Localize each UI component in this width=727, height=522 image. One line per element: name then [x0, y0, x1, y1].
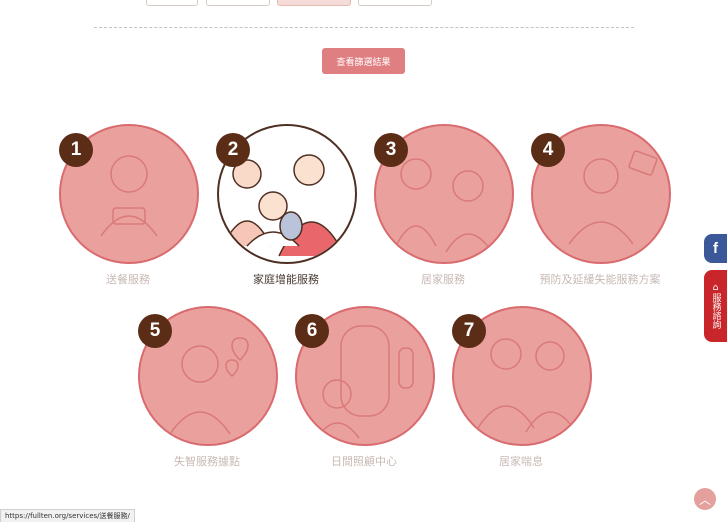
chevron-up-icon: ︿ [698, 492, 711, 507]
service-label-3[interactable]: 居家服務 [421, 271, 465, 287]
filter-tab-4[interactable] [358, 0, 432, 6]
view-results-button[interactable]: 查看篩選結果 [322, 48, 405, 74]
service-number-3: 3 [374, 133, 408, 167]
service-label-5[interactable]: 失智服務據點 [174, 453, 240, 469]
filter-tab-3[interactable] [277, 0, 351, 6]
service-label-1[interactable]: 送餐服務 [106, 271, 150, 287]
service-label-2[interactable]: 家庭增能服務 [253, 271, 319, 287]
back-to-top-button[interactable]: ︿ [694, 488, 716, 510]
status-bar-url: https://fullten.org/services/送餐服務/ [0, 509, 135, 522]
service-label-4[interactable]: 預防及延緩失能服務方案 [540, 271, 661, 287]
service-number-1: 1 [59, 133, 93, 167]
service-number-6: 6 [295, 314, 329, 348]
service-consult-label: 服務諮詢 [710, 293, 721, 329]
facebook-icon: f [713, 240, 718, 257]
filter-tab-1[interactable] [146, 0, 198, 6]
service-consult-button[interactable]: ⌂ 服務諮詢 [704, 270, 727, 342]
facebook-button[interactable]: f [704, 234, 727, 263]
service-number-4: 4 [531, 133, 565, 167]
service-label-7[interactable]: 居家喘息 [499, 453, 543, 469]
filter-tab-2[interactable] [206, 0, 270, 6]
service-number-5: 5 [138, 314, 172, 348]
service-number-2: 2 [216, 133, 250, 167]
divider [94, 27, 634, 28]
service-label-6[interactable]: 日間照顧中心 [331, 453, 397, 469]
service-number-7: 7 [452, 314, 486, 348]
chat-icon: ⌂ [712, 283, 719, 293]
